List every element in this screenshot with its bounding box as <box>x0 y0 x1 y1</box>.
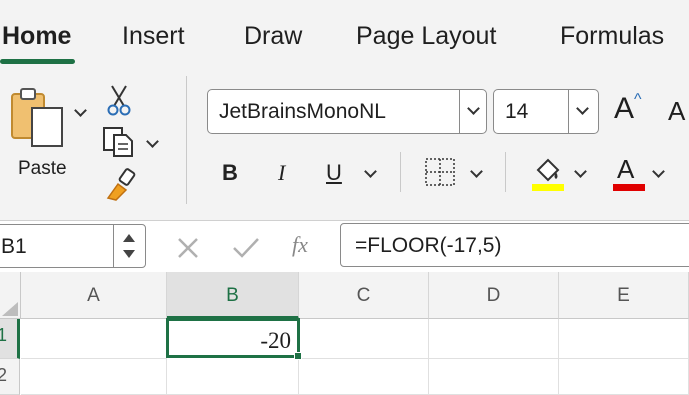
font-size-value: 14 <box>505 100 529 123</box>
fill-color-icon[interactable] <box>530 154 566 192</box>
copy-icon[interactable] <box>102 126 136 158</box>
increase-font-size-icon: A <box>614 92 635 125</box>
format-painter-icon[interactable] <box>104 168 138 202</box>
name-box-value: B1 <box>1 235 27 258</box>
paste-icon[interactable] <box>10 86 70 150</box>
paste-button-label[interactable]: Paste <box>18 158 67 180</box>
formula-text: =FLOOR(-17,5) <box>355 234 502 257</box>
row-header-label: 1 <box>0 325 8 345</box>
font-name-chevron-down-icon[interactable] <box>467 102 480 115</box>
column-header-c[interactable]: C <box>299 272 429 319</box>
cell-c2[interactable] <box>299 359 429 395</box>
font-size-select[interactable]: 14 <box>493 89 599 134</box>
name-box[interactable]: B1 <box>0 224 146 268</box>
decrease-font-size-icon: A <box>668 96 686 126</box>
underline-button[interactable]: U <box>326 160 342 186</box>
bold-button[interactable]: B <box>222 160 238 186</box>
column-header-d[interactable]: D <box>429 272 559 319</box>
column-header-a[interactable]: A <box>21 272 167 319</box>
select-all-corner[interactable] <box>0 272 21 319</box>
name-box-stepper-icon[interactable] <box>121 231 137 261</box>
tab-home[interactable]: Home <box>2 22 71 51</box>
column-header-e[interactable]: E <box>559 272 689 319</box>
ribbon-tabs: Home Insert Draw Page Layout Formulas <box>0 0 689 68</box>
borders-icon[interactable] <box>424 157 456 187</box>
row-header-1[interactable]: 1 <box>0 319 20 359</box>
ribbon-separator <box>400 152 401 192</box>
cell-a1[interactable] <box>21 319 167 359</box>
tab-formulas[interactable]: Formulas <box>560 22 664 51</box>
select-all-icon <box>2 302 18 316</box>
formula-input[interactable]: =FLOOR(-17,5) <box>340 223 689 267</box>
fill-handle[interactable] <box>294 352 302 360</box>
cell-b2[interactable] <box>167 359 299 395</box>
font-color-icon: A <box>617 154 635 184</box>
font-color-button[interactable]: A <box>613 154 645 192</box>
ribbon-separator <box>505 152 506 192</box>
tab-draw[interactable]: Draw <box>244 22 302 51</box>
tab-page-layout[interactable]: Page Layout <box>356 22 496 51</box>
cell-e1[interactable] <box>559 319 689 359</box>
cell-c1[interactable] <box>299 319 429 359</box>
column-header-b[interactable]: B <box>167 272 299 319</box>
font-name-select[interactable]: JetBrainsMonoNL <box>207 89 487 134</box>
cell-e2[interactable] <box>559 359 689 395</box>
font-size-chevron-down-icon[interactable] <box>576 102 589 115</box>
insert-function-button[interactable]: fx <box>292 232 308 258</box>
cell-a2[interactable] <box>21 359 167 395</box>
cell-b1-value: -20 <box>260 328 291 353</box>
cell-b1[interactable]: -20 <box>166 318 300 358</box>
ribbon-separator <box>186 76 187 204</box>
tab-insert[interactable]: Insert <box>122 22 185 51</box>
active-tab-indicator <box>0 59 75 64</box>
row-header-label: 2 <box>0 365 8 385</box>
cell-d1[interactable] <box>429 319 559 359</box>
italic-button[interactable]: I <box>278 160 285 186</box>
decrease-font-size-button[interactable]: A <box>668 96 685 127</box>
row-header-2[interactable]: 2 <box>0 359 20 395</box>
cell-d2[interactable] <box>429 359 559 395</box>
confirm-formula-icon[interactable] <box>232 236 260 260</box>
cancel-formula-icon[interactable] <box>176 236 200 260</box>
font-color-swatch <box>613 184 645 191</box>
scissors-icon[interactable] <box>106 84 132 116</box>
font-name-value: JetBrainsMonoNL <box>219 100 386 123</box>
increase-font-size-button[interactable]: A^ <box>614 91 642 126</box>
